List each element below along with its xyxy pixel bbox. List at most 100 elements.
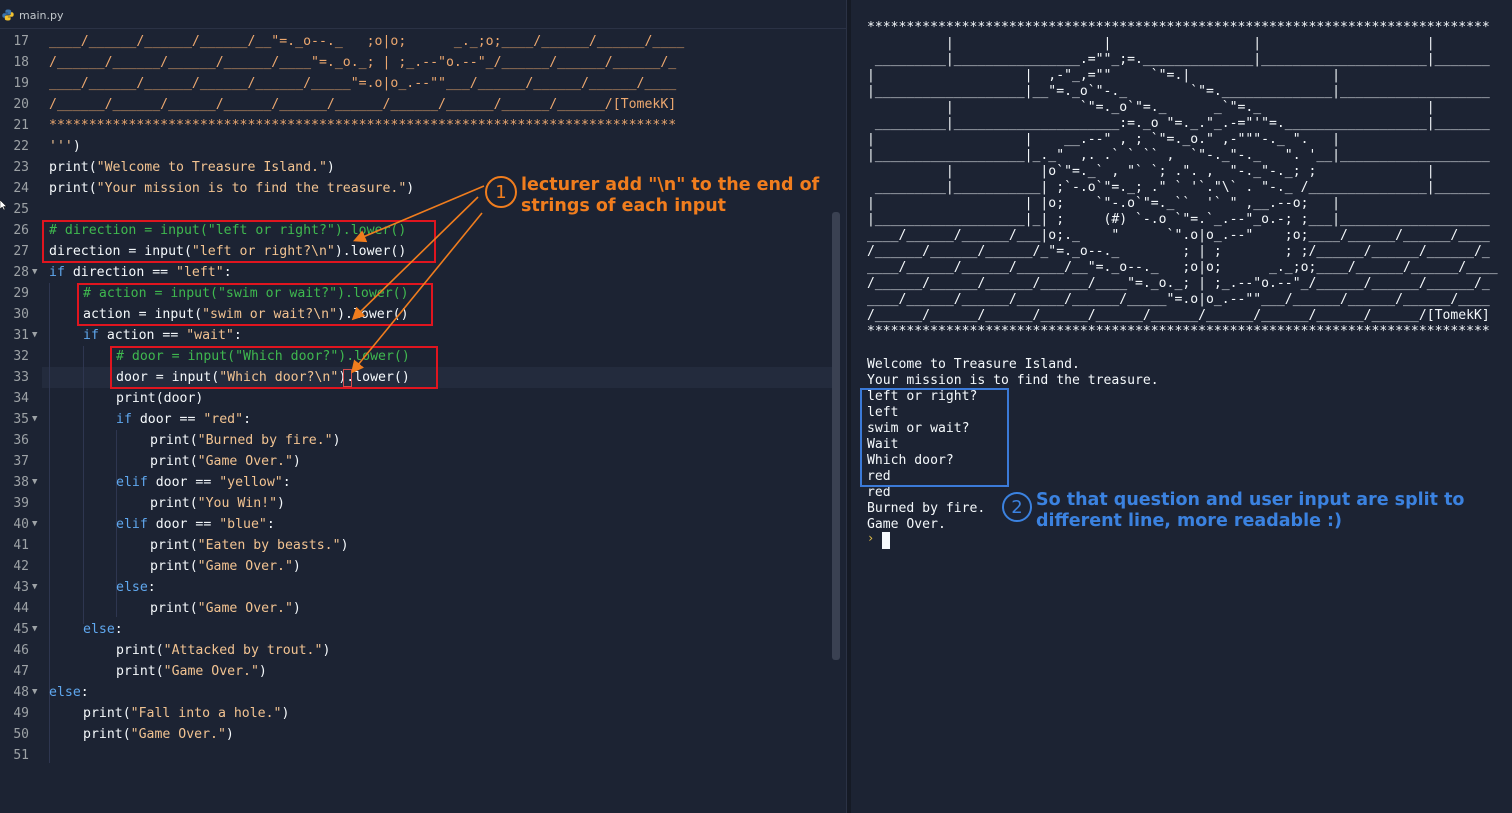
highlight-box-direction	[42, 220, 436, 263]
line-number: 47	[13, 664, 29, 679]
line-number: 30	[13, 307, 29, 322]
console-art-line: ****************************************…	[867, 20, 1490, 35]
code-line: if door == "red":	[116, 409, 251, 430]
fold-arrow-icon[interactable]: ▼	[32, 472, 37, 493]
code-line: print("Fall into a hole.")	[83, 703, 289, 724]
code-text: print(	[150, 538, 198, 553]
annotation-number-2: 2	[1002, 492, 1032, 522]
code-text: print(	[83, 727, 131, 742]
editor-scrollbar[interactable]	[832, 212, 840, 660]
code-editor[interactable]: main.py 17 18 19 20 21 22 23 24 25 26 27…	[0, 0, 846, 813]
code-line: print("Eaten by beasts.")	[150, 535, 349, 556]
editor-tab-bar: main.py	[0, 0, 846, 29]
code-line: print("Your mission is to find the treas…	[49, 178, 414, 199]
code-text: print(	[116, 643, 164, 658]
line-number: 44	[13, 601, 29, 616]
annotation-line: So that question and user input are spli…	[1036, 490, 1465, 510]
fold-arrow-icon[interactable]: ▼	[32, 409, 37, 430]
code-text: action ==	[98, 328, 187, 343]
line-number: 34	[13, 391, 29, 406]
line-number: 49	[13, 706, 29, 721]
code-string: "wait"	[186, 328, 234, 343]
tab-main-py[interactable]: main.py	[0, 4, 67, 26]
line-number: 24	[13, 181, 29, 196]
code-string: "Eaten by beasts."	[197, 538, 341, 553]
code-text: :	[80, 685, 89, 700]
line-number: 33	[13, 370, 29, 385]
code-text: )	[72, 139, 81, 154]
code-line: print("Game Over.")	[83, 724, 234, 745]
code-line: elif door == "blue":	[116, 514, 275, 535]
code-line: if direction == "left":	[49, 262, 232, 283]
code-keyword: elif	[116, 517, 148, 532]
code-text: )	[340, 538, 349, 553]
console-art-line: _________|________________.=""_;=.______…	[867, 52, 1490, 67]
code-line: else:	[116, 577, 156, 598]
console-art-line: ****************************************…	[867, 324, 1490, 339]
console-input-cursor[interactable]	[882, 532, 890, 549]
code-text: door ==	[147, 517, 220, 532]
code-string: "Game Over."	[163, 664, 259, 679]
fold-arrow-icon[interactable]: ▼	[32, 514, 37, 535]
code-line: /______/______/______/______/____"=._o._…	[49, 55, 677, 70]
console-art-line: ____/______/______/______/______/_____"=…	[867, 292, 1490, 307]
code-text: door ==	[131, 412, 204, 427]
line-number: 50	[13, 727, 29, 742]
line-number: 27	[13, 244, 29, 259]
code-string: "red"	[203, 412, 244, 427]
annotation-line: lecturer add "\n" to the end of	[521, 175, 820, 195]
code-line: else:	[83, 619, 123, 640]
code-string: "You Win!"	[197, 496, 278, 511]
code-text: )	[326, 160, 335, 175]
line-number: 22	[13, 139, 29, 154]
code-line: ____/______/______/______/______/_____"=…	[49, 76, 677, 91]
code-string: "yellow"	[219, 475, 283, 490]
code-string: "Welcome to Treasure Island."	[96, 160, 327, 175]
code-string: "blue"	[219, 517, 267, 532]
code-string: "Game Over."	[197, 454, 293, 469]
code-line: print("Attacked by trout.")	[116, 640, 330, 661]
indent-guide	[83, 346, 84, 624]
code-line: print("Burned by fire.")	[150, 430, 341, 451]
console-art-line: |___________________|_._" ,. .` ` `` , `…	[867, 148, 1490, 163]
code-text: print(	[49, 160, 97, 175]
highlight-box-action	[77, 283, 433, 326]
line-number: 48	[13, 685, 29, 700]
code-line: elif door == "yellow":	[116, 472, 291, 493]
fold-arrow-icon[interactable]: ▼	[32, 262, 37, 283]
code-text: )	[277, 496, 285, 511]
code-text: print(	[150, 433, 198, 448]
code-text: print(	[150, 454, 198, 469]
code-string: '''	[49, 139, 73, 154]
text-cursor-highlight	[343, 369, 352, 387]
code-text: )	[258, 664, 267, 679]
code-keyword: if	[116, 412, 132, 427]
fold-arrow-icon[interactable]: ▼	[32, 619, 37, 640]
code-text: :	[147, 580, 156, 595]
fold-arrow-icon[interactable]: ▼	[32, 577, 37, 598]
code-text: print(	[150, 496, 198, 511]
code-text: :	[243, 412, 252, 427]
code-line: ____/______/______/______/__"=._o--._ ;o…	[49, 34, 685, 49]
console-art-line: ____/______/______/______/__"=._o--._ ;o…	[867, 260, 1498, 275]
mouse-pointer-icon	[0, 200, 7, 210]
console-art-line: ____/______/______/___|o;._ " `".o|o_.--…	[867, 228, 1490, 243]
code-text: )	[281, 706, 290, 721]
code-text: :	[233, 328, 242, 343]
code-string: "Fall into a hole."	[130, 706, 282, 721]
code-line: print("Game Over.")	[150, 556, 301, 577]
annotation-text-2: So that question and user input are spli…	[1036, 490, 1464, 532]
fold-arrow-icon[interactable]: ▼	[32, 682, 37, 703]
line-number: 37	[13, 454, 29, 469]
code-text: print(	[150, 559, 198, 574]
code-string: "Game Over."	[197, 559, 293, 574]
line-number: 21	[13, 118, 29, 133]
code-line: ''')	[49, 136, 81, 157]
annotation-text-1: lecturer add "\n" to the end of strings …	[521, 175, 819, 217]
console-art-line: | | | |	[867, 36, 1435, 51]
code-text: :	[114, 622, 123, 637]
console-art-line: | | __.--" , ; `"=._o." ,-"""-._ ". |	[867, 132, 1340, 147]
fold-arrow-icon[interactable]: ▼	[32, 325, 37, 346]
line-number: 41	[13, 538, 29, 553]
line-number: 40	[13, 517, 29, 532]
